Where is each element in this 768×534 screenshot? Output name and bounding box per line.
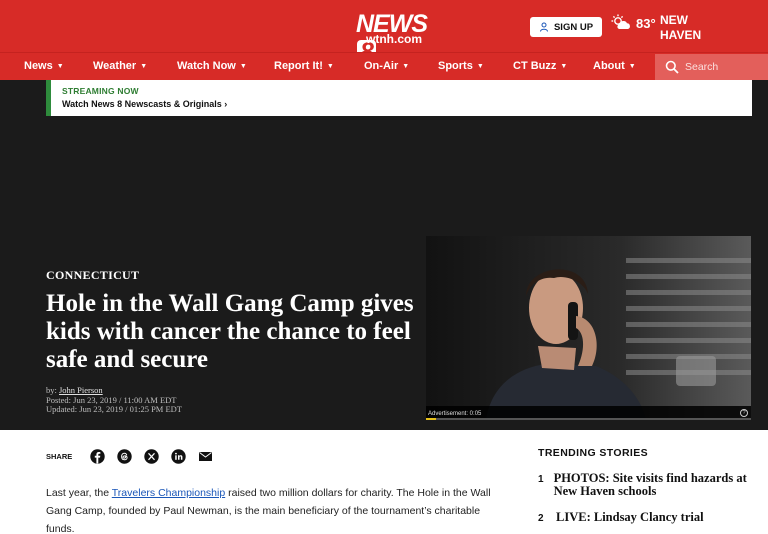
weather-widget[interactable]: 83°	[610, 14, 656, 32]
byline-prefix: by:	[46, 385, 59, 395]
streaming-banner[interactable]: STREAMING NOW Watch News 8 Newscasts & O…	[46, 80, 752, 116]
sign-up-button[interactable]: SIGN UP	[530, 17, 602, 37]
site-header: NEWS8 wtnh.com SIGN UP 83° NEW HAVEN	[0, 0, 768, 65]
facebook-icon[interactable]	[90, 449, 105, 464]
ad-progress-fill	[426, 418, 436, 420]
nav-label: Weather	[93, 60, 137, 72]
share-label: SHARE	[46, 452, 73, 461]
ad-countdown: Advertisement: 0:05	[428, 411, 482, 417]
trending-headline: PHOTOS: Site visits find hazards at New …	[553, 471, 747, 498]
nav-ct-buzz[interactable]: CT Buzz ▼	[513, 60, 567, 72]
ad-bar: Advertisement: 0:05 ?	[426, 406, 751, 420]
search-icon	[665, 60, 679, 74]
nav-weather[interactable]: Weather ▼	[93, 60, 147, 72]
site-logo[interactable]: NEWS8 wtnh.com	[356, 10, 442, 65]
sign-up-label: SIGN UP	[553, 21, 594, 33]
trending-number: 2	[538, 513, 544, 524]
linkedin-icon[interactable]	[171, 449, 186, 464]
main-nav: News ▼ Weather ▼ Watch Now ▼ Report It! ▼ On…	[0, 52, 768, 80]
travelers-championship-link[interactable]: Travelers Championship	[112, 487, 225, 499]
weather-city: NEW HAVEN	[660, 13, 702, 42]
video-frame	[426, 236, 751, 420]
user-icon	[539, 22, 548, 32]
streaming-link[interactable]: Watch News 8 Newscasts & Originals ›	[62, 99, 752, 109]
search-box[interactable]	[655, 54, 768, 80]
trending-number: 1	[538, 474, 544, 485]
trending-item[interactable]: 1 PHOTOS: Site visits find hazards at Ne…	[538, 472, 758, 498]
nav-watch-now[interactable]: Watch Now ▼	[177, 60, 247, 72]
article-byline: by: John Pierson Posted: Jun 23, 2019 / …	[46, 385, 182, 415]
chevron-right-icon: ›	[224, 99, 228, 109]
video-player[interactable]: Advertisement: 0:05 ?	[426, 236, 751, 420]
trending-title: TRENDING STORIES	[538, 447, 649, 459]
search-input[interactable]	[685, 61, 765, 73]
caret-down-icon: ▼	[402, 62, 410, 70]
nav-label: Report It!	[274, 60, 323, 72]
caret-down-icon: ▼	[239, 62, 247, 70]
updated-date: Updated: Jun 23, 2019 / 01:25 PM EDT	[46, 404, 182, 414]
nav-label: On-Air	[364, 60, 399, 72]
streaming-label: STREAMING NOW	[62, 86, 139, 96]
article-body: Last year, the Travelers Championship ra…	[46, 484, 506, 534]
nav-label: Sports	[438, 60, 473, 72]
caret-down-icon: ▼	[140, 62, 148, 70]
caret-down-icon: ▼	[560, 62, 568, 70]
help-icon[interactable]: ?	[740, 409, 748, 417]
streaming-link-text: Watch News 8 Newscasts & Originals	[62, 99, 222, 109]
nav-label: CT Buzz	[513, 60, 557, 72]
logo-domain: wtnh.com	[366, 32, 422, 46]
nav-about[interactable]: About ▼	[593, 60, 636, 72]
nav-news[interactable]: News ▼	[24, 60, 64, 72]
x-icon[interactable]	[144, 449, 159, 464]
nav-on-air[interactable]: On-Air ▼	[364, 60, 409, 72]
nav-label: News	[24, 60, 53, 72]
partly-sunny-icon	[611, 14, 630, 29]
caret-down-icon: ▼	[56, 62, 64, 70]
caret-down-icon: ▼	[628, 62, 636, 70]
article-category[interactable]: CONNECTICUT	[46, 268, 139, 283]
author-link[interactable]: John Pierson	[59, 385, 103, 395]
share-buttons	[90, 449, 213, 464]
nav-label: Watch Now	[177, 60, 236, 72]
nav-sports[interactable]: Sports ▼	[438, 60, 484, 72]
body-text-start: Last year, the	[46, 487, 112, 499]
temperature: 83°	[636, 15, 656, 31]
article-hero: STREAMING NOW Watch News 8 Newscasts & O…	[0, 80, 768, 430]
caret-down-icon: ▼	[476, 62, 484, 70]
trending-headline: LIVE: Lindsay Clancy trial	[556, 510, 704, 524]
ad-progress-bar	[426, 418, 751, 420]
nav-label: About	[593, 60, 625, 72]
threads-icon[interactable]	[117, 449, 132, 464]
email-icon[interactable]	[198, 449, 213, 464]
article-headline: Hole in the Wall Gang Camp gives kids wi…	[46, 290, 414, 373]
trending-item[interactable]: 2 LIVE: Lindsay Clancy trial	[538, 511, 758, 525]
caret-down-icon: ▼	[326, 62, 334, 70]
nav-report-it[interactable]: Report It! ▼	[274, 60, 334, 72]
